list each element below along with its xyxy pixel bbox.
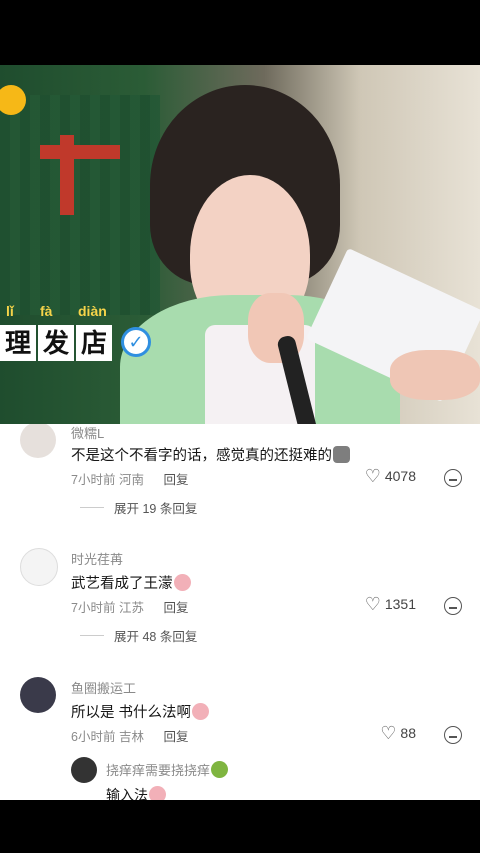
subtitle-char-1: 理 <box>0 325 36 361</box>
comment-list[interactable]: 微糯L 不是这个不看字的话，感觉真的还挺难的 7小时前 河南 回复 ♡ 4078… <box>0 424 480 800</box>
avatar[interactable] <box>20 548 58 586</box>
comment-meta: 7小时前 江苏 回复 <box>71 597 188 616</box>
sub-reply-text-content: 输入法 <box>106 787 148 800</box>
sub-reply-username[interactable]: 挠痒痒需要挠挠痒 <box>106 760 229 779</box>
avatar[interactable] <box>71 757 97 783</box>
comment-location: 吉林 <box>118 730 144 744</box>
pinyin-1: lǐ <box>6 303 14 319</box>
expand-replies-button[interactable]: 展开 48 条回复 <box>80 626 197 645</box>
heart-icon: ♡ <box>364 466 381 486</box>
comment-time: 7小时前 <box>71 473 116 487</box>
avatar[interactable] <box>20 677 56 713</box>
other-hand <box>390 350 480 400</box>
comment-text-content: 所以是 书什么法啊 <box>71 705 192 721</box>
comment-text: 武艺看成了王濛 <box>71 572 191 593</box>
expand-replies-label: 展开 19 条回复 <box>114 502 198 516</box>
background-decoration <box>60 135 74 215</box>
reply-button[interactable]: 回复 <box>163 601 188 615</box>
like-count: 1351 <box>384 596 416 612</box>
background-decoration <box>40 145 120 159</box>
comment-meta: 6小时前 吉林 回复 <box>71 726 188 745</box>
video-frame[interactable]: lǐ fà diàn 理 发 店 ✓ <box>0 65 480 424</box>
reply-button[interactable]: 回复 <box>163 730 188 744</box>
sub-reply-username-text: 挠痒痒需要挠挠痒 <box>106 763 211 778</box>
comment-text-content: 武艺看成了王濛 <box>71 576 173 592</box>
dislike-icon[interactable] <box>444 469 462 487</box>
comment-text: 所以是 书什么法啊 <box>71 701 210 722</box>
heart-icon: ♡ <box>364 594 381 614</box>
comment-username[interactable]: 鱼圈搬运工 <box>71 678 136 697</box>
reply-button[interactable]: 回复 <box>163 473 188 487</box>
pinyin-2: fà <box>40 303 53 319</box>
avatar[interactable] <box>20 424 56 458</box>
comment-location: 江苏 <box>118 601 144 615</box>
comment-time: 6小时前 <box>71 730 116 744</box>
like-count: 88 <box>400 725 416 741</box>
comment-username[interactable]: 时光荏苒 <box>71 549 123 568</box>
laughing-crying-icon <box>192 703 210 720</box>
check-icon: ✓ <box>121 327 151 357</box>
pinyin-3: diàn <box>78 303 107 319</box>
dislike-icon[interactable] <box>444 726 462 744</box>
like-button[interactable]: ♡ 1351 <box>365 595 416 613</box>
like-button[interactable]: ♡ 4078 <box>365 467 416 485</box>
like-count: 4078 <box>384 468 416 484</box>
laughing-crying-icon <box>173 574 191 591</box>
comment-time: 7小时前 <box>71 601 116 615</box>
expand-replies-button[interactable]: 展开 19 条回复 <box>80 498 197 517</box>
divider-line <box>80 635 104 636</box>
comment-meta: 7小时前 河南 回复 <box>71 469 188 488</box>
divider-line <box>80 507 104 508</box>
subtitle-char-3: 店 <box>76 325 112 361</box>
comment-text-content: 不是这个不看字的话，感觉真的还挺难的 <box>71 448 332 464</box>
subtitle-char-2: 发 <box>38 325 74 361</box>
sub-reply-text: 输入法 <box>106 785 166 800</box>
kiwi-icon <box>211 761 229 778</box>
expand-replies-label: 展开 48 条回复 <box>114 630 198 644</box>
crying-cat-icon <box>333 446 350 463</box>
comment-text: 不是这个不看字的话，感觉真的还挺难的 <box>71 444 350 465</box>
heart-icon: ♡ <box>380 723 397 743</box>
comment-username[interactable]: 微糯L <box>71 424 104 442</box>
dislike-icon[interactable] <box>444 597 462 615</box>
comment-location: 河南 <box>118 473 144 487</box>
laughing-crying-icon <box>149 786 166 800</box>
background-pixel-wall <box>0 95 160 315</box>
like-button[interactable]: ♡ 88 <box>380 724 416 742</box>
